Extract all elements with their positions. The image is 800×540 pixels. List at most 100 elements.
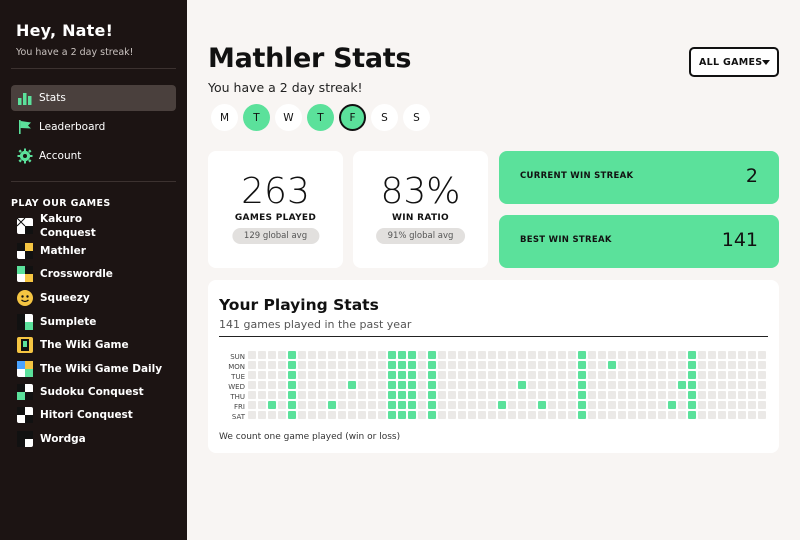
heatmap-cell — [718, 371, 726, 379]
heatmap-cell — [278, 411, 286, 419]
heatmap-cell — [528, 371, 536, 379]
nav-item-label: Leaderboard — [39, 121, 106, 133]
day-badge-tue: T — [243, 104, 270, 131]
wiki-game-icon — [17, 337, 33, 353]
heatmap-cell — [308, 381, 316, 389]
heatmap-cell — [758, 351, 766, 359]
day-badge-sat: S — [371, 104, 398, 131]
heatmap-cell — [458, 381, 466, 389]
heatmap-cell — [378, 361, 386, 369]
heatmap-cell — [648, 401, 656, 409]
game-label: The Wiki Game — [40, 339, 129, 351]
heatmap-cell — [748, 401, 756, 409]
heatmap-cell — [748, 371, 756, 379]
heatmap-cell — [688, 391, 696, 399]
heatmap-cell — [318, 351, 326, 359]
game-link-mathler[interactable]: Mathler — [17, 243, 86, 259]
heatmap-cell — [608, 361, 616, 369]
game-link-sudoku[interactable]: Sudoku Conquest — [17, 384, 144, 400]
heatmap-cell — [588, 351, 596, 359]
flag-icon — [19, 120, 31, 134]
heatmap-cell — [698, 351, 706, 359]
day-label: WED — [228, 383, 245, 391]
nav-item-leaderboard[interactable]: Leaderboard — [11, 114, 176, 140]
heatmap-cell — [428, 401, 436, 409]
heatmap-cell — [368, 371, 376, 379]
caret-down-icon — [762, 60, 770, 65]
page-title: Mathler Stats — [208, 43, 412, 74]
heatmap-cell — [518, 351, 526, 359]
heatmap-cell — [728, 351, 736, 359]
heatmap-cell — [668, 411, 676, 419]
heatmap-cell — [288, 391, 296, 399]
heatmap-cell — [548, 391, 556, 399]
game-link-hitori[interactable]: Hitori Conquest — [17, 407, 133, 423]
heatmap-cell — [378, 351, 386, 359]
heatmap-cell — [568, 401, 576, 409]
weekday-streak: M T W T F S S — [211, 104, 430, 131]
heatmap-cell — [678, 391, 686, 399]
heatmap-cell — [698, 371, 706, 379]
heatmap-cell — [338, 361, 346, 369]
heatmap-cell — [308, 401, 316, 409]
best-streak-label: BEST WIN STREAK — [520, 235, 612, 245]
heatmap-cell — [438, 381, 446, 389]
game-filter-dropdown[interactable]: ALL GAMES — [689, 47, 779, 77]
heatmap-cell — [348, 391, 356, 399]
heatmap-cell — [338, 351, 346, 359]
heatmap-cell — [668, 371, 676, 379]
heatmap-cell — [328, 391, 336, 399]
nav-item-label: Account — [39, 150, 82, 162]
heatmap-cell — [358, 361, 366, 369]
heatmap-cell — [428, 371, 436, 379]
game-link-crosswordle[interactable]: Crosswordle — [17, 266, 113, 282]
heatmap-cell — [408, 351, 416, 359]
heatmap-cell — [288, 381, 296, 389]
heatmap-cell — [478, 381, 486, 389]
heatmap-cell — [638, 411, 646, 419]
heatmap-cell — [408, 381, 416, 389]
heatmap-cell — [438, 371, 446, 379]
heatmap-cell — [758, 361, 766, 369]
heatmap-cell — [548, 361, 556, 369]
heatmap-cell — [398, 411, 406, 419]
heatmap-cell — [678, 411, 686, 419]
heatmap-cell — [668, 401, 676, 409]
heatmap-cell — [458, 351, 466, 359]
heatmap-cell — [688, 401, 696, 409]
heatmap-cell — [478, 371, 486, 379]
heatmap-cell — [408, 391, 416, 399]
heatmap-cell — [658, 361, 666, 369]
heatmap-cell — [468, 371, 476, 379]
game-link-wiki-game-daily[interactable]: The Wiki Game Daily — [17, 361, 162, 377]
heatmap-cell — [608, 381, 616, 389]
nav-item-account[interactable]: Account — [11, 143, 176, 169]
day-label: FRI — [234, 403, 245, 411]
heatmap-cell — [268, 381, 276, 389]
nav-item-stats[interactable]: Stats — [11, 85, 176, 111]
game-link-sumplete[interactable]: Sumplete — [17, 314, 96, 330]
squeezy-icon — [17, 290, 33, 306]
heatmap-cell — [748, 381, 756, 389]
heatmap-cell — [588, 361, 596, 369]
heatmap-cell — [258, 411, 266, 419]
game-link-squeezy[interactable]: Squeezy — [17, 290, 90, 306]
heatmap-cell — [748, 391, 756, 399]
heatmap-cell — [448, 371, 456, 379]
game-link-wordga[interactable]: Wordga — [17, 431, 86, 447]
game-label: Hitori Conquest — [40, 409, 133, 421]
heatmap-cell — [478, 401, 486, 409]
game-link-wiki-game[interactable]: The Wiki Game — [17, 337, 129, 353]
heatmap-cell — [578, 381, 586, 389]
heatmap-cell — [608, 351, 616, 359]
playing-stats-card: Your Playing Stats 141 games played in t… — [208, 280, 779, 453]
heatmap-cell — [498, 391, 506, 399]
heatmap-cell — [588, 381, 596, 389]
game-label: Mathler — [40, 245, 86, 257]
game-link-kakuro[interactable]: Kakuro Conquest — [16, 212, 100, 240]
heatmap-cell — [748, 351, 756, 359]
heatmap-cell — [448, 361, 456, 369]
best-streak-card: BEST WIN STREAK 141 — [499, 215, 779, 268]
heatmap-cell — [758, 411, 766, 419]
heatmap-cell — [458, 391, 466, 399]
